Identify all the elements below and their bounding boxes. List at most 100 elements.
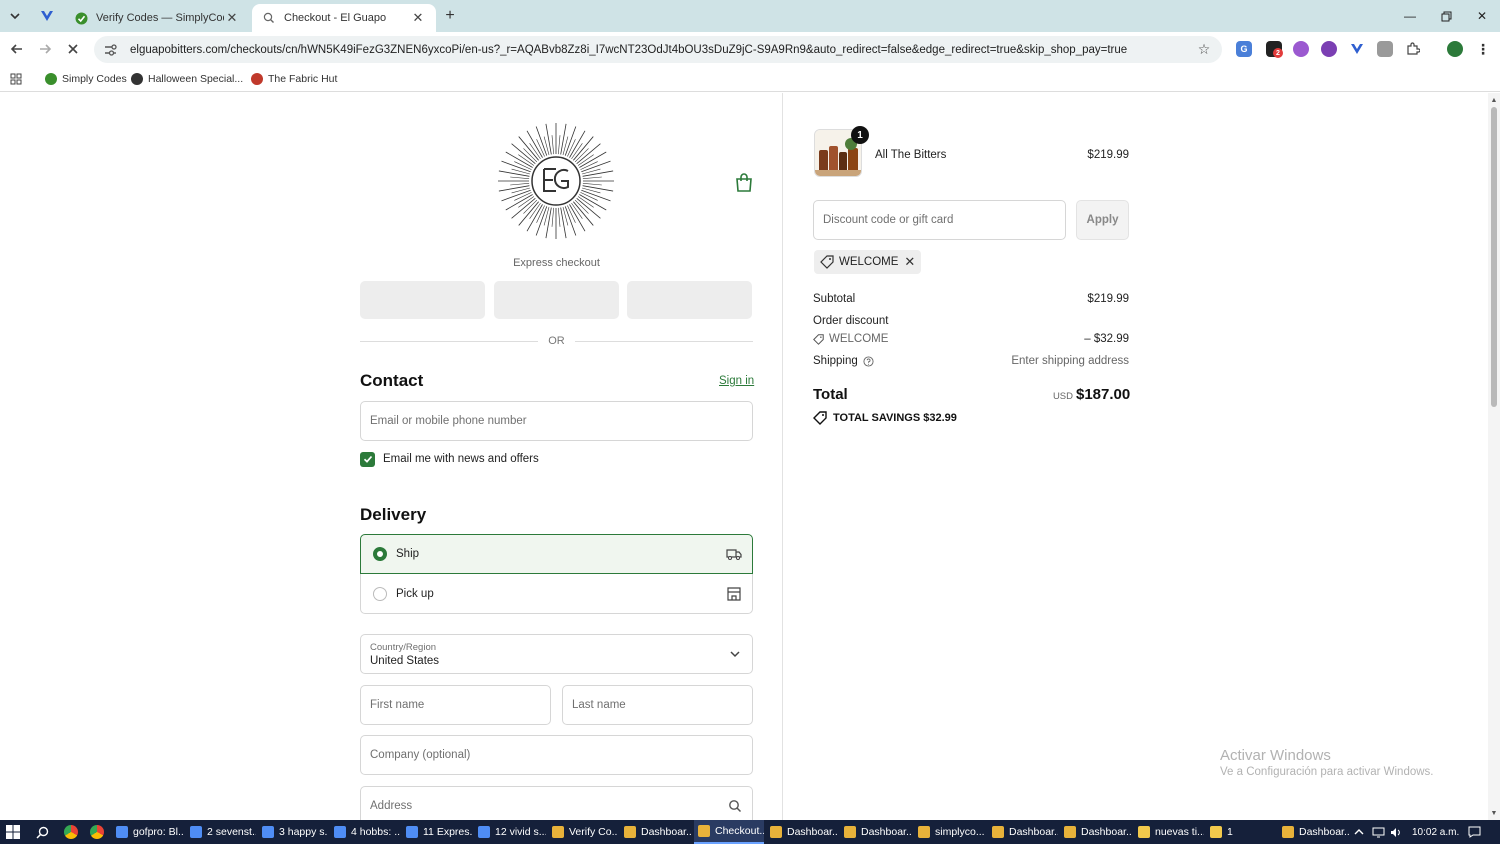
taskbar-item[interactable]: nuevas ti... [1134, 820, 1204, 844]
extension-icon[interactable] [1321, 41, 1337, 57]
express-pay-button[interactable] [360, 281, 485, 319]
newsletter-checkbox-row[interactable]: Email me with news and offers [360, 451, 539, 467]
logo-ray [582, 170, 614, 177]
logo-ray [498, 170, 530, 177]
extension-icon[interactable]: 2 [1266, 41, 1283, 58]
last-name-field[interactable]: Last name [562, 685, 753, 725]
or-label: OR [548, 335, 565, 347]
el-guapo-logo[interactable] [496, 121, 616, 241]
close-tab-icon[interactable]: ✕ [410, 10, 426, 26]
apps-grid-icon[interactable] [10, 71, 22, 87]
taskbar-item[interactable]: 1 [1206, 820, 1272, 844]
profile-avatar[interactable] [1447, 41, 1463, 57]
chrome-icon[interactable] [90, 825, 104, 839]
first-name-field[interactable]: First name [360, 685, 551, 725]
remove-discount-icon[interactable]: ✕ [904, 254, 915, 270]
radio-pickup[interactable] [373, 586, 387, 601]
taskbar-item[interactable]: Dashboar... [1060, 820, 1132, 844]
bookmark-star-icon[interactable]: ☆ [1194, 40, 1214, 60]
shopping-bag-icon[interactable] [735, 173, 753, 193]
address-field[interactable]: Address [360, 786, 753, 820]
extension-icon[interactable] [1293, 41, 1309, 57]
tag-icon [813, 411, 827, 425]
email-field[interactable]: Email or mobile phone number [360, 401, 753, 441]
clock[interactable]: 10:02 a.m. [1412, 825, 1459, 839]
address-bar[interactable]: elguapobitters.com/checkouts/cn/hWN5K49i… [94, 36, 1222, 63]
forward-button[interactable] [35, 39, 55, 59]
logo-ray [560, 207, 567, 239]
stop-loading-button[interactable] [63, 39, 83, 59]
scroll-up-icon[interactable]: ▲ [1490, 96, 1498, 104]
notifications-icon[interactable] [1468, 825, 1481, 839]
shipping-value: Enter shipping address [1011, 355, 1129, 367]
shipping-row: Shipping Enter shipping address [813, 355, 1129, 371]
windows-start-icon[interactable] [5, 824, 21, 840]
tab-search-button[interactable] [4, 6, 26, 26]
taskbar-item[interactable]: Checkout... [694, 820, 764, 844]
taskbar-item-label: gofpro: Bl... [133, 826, 184, 838]
ship-label: Ship [396, 548, 420, 560]
network-icon[interactable] [1372, 825, 1385, 839]
bookmark-simply-codes[interactable]: Simply Codes [45, 71, 127, 87]
delivery-option-pickup[interactable]: Pick up [360, 574, 753, 614]
bookmark-label: Halloween Special... [148, 73, 244, 85]
taskbar-search-icon[interactable] [34, 824, 50, 840]
site-info-icon[interactable] [102, 42, 118, 58]
tab-verify-codes[interactable]: Verify Codes — SimplyCodes ✕ [64, 4, 250, 32]
delivery-option-ship[interactable]: Ship [360, 534, 753, 574]
logo-ray [505, 194, 533, 211]
taskbar-item[interactable]: Dashboar... [620, 820, 692, 844]
v-extension-icon[interactable] [1349, 41, 1365, 57]
discount-code-input[interactable]: Discount code or gift card [813, 200, 1066, 240]
chrome-icon[interactable] [64, 825, 78, 839]
close-tab-icon[interactable]: ✕ [224, 10, 240, 26]
logo-ray [558, 135, 561, 155]
express-pay-button[interactable] [627, 281, 752, 319]
translate-extension-icon[interactable]: G [1236, 41, 1252, 57]
bookmark-fabric-hut[interactable]: The Fabric Hut [251, 71, 337, 87]
logo-ray [569, 204, 586, 232]
express-pay-button[interactable] [494, 281, 619, 319]
tray-chevron-icon[interactable] [1354, 825, 1364, 839]
taskbar-item[interactable]: 4 hobbs: ... [330, 820, 400, 844]
taskbar-item[interactable]: 2 sevenst... [186, 820, 256, 844]
extension-icon[interactable] [1377, 41, 1393, 57]
minimize-button[interactable]: — [1392, 4, 1428, 28]
taskbar-item[interactable]: 11 Expres... [402, 820, 472, 844]
sign-in-link[interactable]: Sign in [719, 375, 754, 387]
taskbar-item-label: 2 sevenst... [207, 826, 256, 838]
or-divider: OR [360, 334, 753, 348]
apply-discount-button[interactable]: Apply [1076, 200, 1129, 240]
puzzle-icon[interactable] [1405, 41, 1421, 57]
new-tab-button[interactable]: + [440, 6, 460, 26]
radio-ship[interactable] [373, 547, 387, 561]
back-button[interactable] [7, 39, 27, 59]
taskbar-item[interactable]: 12 vivid s... [474, 820, 546, 844]
help-icon[interactable] [863, 355, 874, 367]
taskbar-item[interactable]: Dashboar... [766, 820, 838, 844]
tab-checkout[interactable]: Checkout - El Guapo ✕ [252, 4, 436, 32]
taskbar-item[interactable]: Dashboar... [840, 820, 912, 844]
newsletter-checkbox[interactable] [360, 451, 375, 467]
volume-icon[interactable] [1390, 825, 1402, 839]
more-menu-icon[interactable]: ⋮ [1475, 41, 1491, 57]
taskbar-item[interactable]: Verify Co... [548, 820, 618, 844]
taskbar-item[interactable]: gofpro: Bl... [112, 820, 184, 844]
restore-button[interactable] [1428, 4, 1464, 28]
logo-ray [551, 135, 554, 155]
scrollbar-thumb[interactable] [1491, 107, 1497, 407]
taskbar-item[interactable]: simplyco... [914, 820, 986, 844]
bookmark-halloween[interactable]: Halloween Special... [131, 71, 243, 87]
app-icon [844, 826, 856, 838]
taskbar-item[interactable]: Dashboar... [1278, 820, 1350, 844]
country-select[interactable]: Country/Region United States [360, 634, 753, 674]
close-window-button[interactable]: ✕ [1464, 4, 1500, 28]
taskbar-item[interactable]: 3 happy s... [258, 820, 328, 844]
pinned-tab[interactable] [34, 4, 60, 28]
logo-ray [569, 130, 586, 158]
app-icon [992, 826, 1004, 838]
company-field[interactable]: Company (optional) [360, 735, 753, 775]
scroll-down-icon[interactable]: ▼ [1490, 809, 1498, 817]
page-scrollbar[interactable]: ▲ ▼ [1488, 93, 1500, 820]
taskbar-item[interactable]: Dashboar... [988, 820, 1058, 844]
